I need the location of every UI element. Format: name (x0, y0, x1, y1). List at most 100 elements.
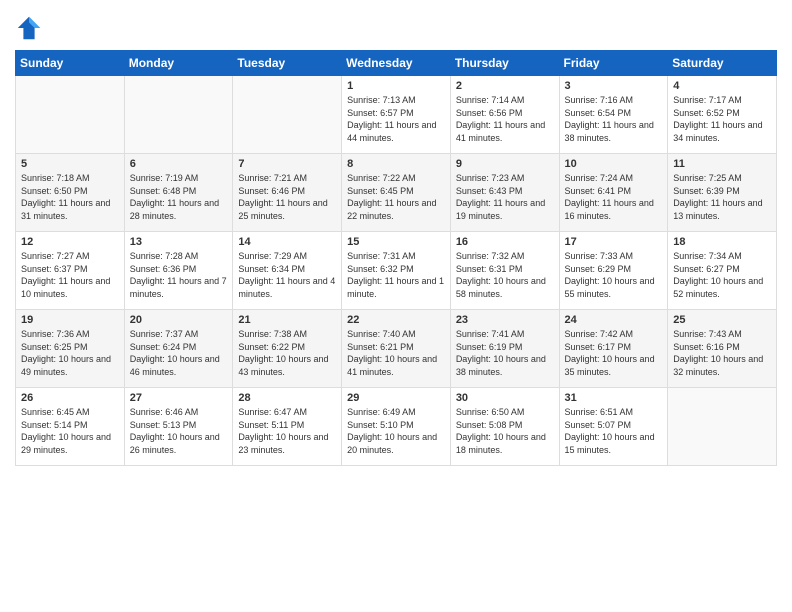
day-info: Sunrise: 7:16 AMSunset: 6:54 PMDaylight:… (565, 94, 663, 144)
calendar-cell: 8 Sunrise: 7:22 AMSunset: 6:45 PMDaylight… (342, 154, 451, 232)
calendar-cell: 22Sunrise: 7:40 AMSunset: 6:21 PMDayligh… (342, 310, 451, 388)
day-info: Sunrise: 7:27 AMSunset: 6:37 PMDaylight:… (21, 250, 119, 300)
day-info: Sunrise: 7:28 AMSunset: 6:36 PMDaylight:… (130, 250, 228, 300)
calendar-cell: 21 Sunrise: 7:38 AMSunset: 6:22 PMDayligh… (233, 310, 342, 388)
calendar-cell (16, 76, 125, 154)
calendar-cell: 10Sunrise: 7:24 AMSunset: 6:41 PMDayligh… (559, 154, 668, 232)
day-info: Sunrise: 7:40 AMSunset: 6:21 PMDaylight:… (347, 328, 445, 378)
calendar-cell: 6 Sunrise: 7:19 AMSunset: 6:48 PMDaylight… (124, 154, 233, 232)
calendar-cell: 30 Sunrise: 6:50 AMSunset: 5:08 PMDayligh… (450, 388, 559, 466)
day-number: 14 (238, 236, 336, 248)
calendar-cell: 31 Sunrise: 6:51 AMSunset: 5:07 PMDayligh… (559, 388, 668, 466)
day-number: 30 (456, 392, 554, 404)
calendar-cell: 26 Sunrise: 6:45 AMSunset: 5:14 PMDayligh… (16, 388, 125, 466)
calendar-cell: 7 Sunrise: 7:21 AMSunset: 6:46 PMDaylight… (233, 154, 342, 232)
calendar-week-1: 1 Sunrise: 7:13 AMSunset: 6:57 PMDaylight… (16, 76, 777, 154)
day-info: Sunrise: 7:42 AMSunset: 6:17 PMDaylight:… (565, 328, 663, 378)
day-number: 25 (673, 314, 771, 326)
logo (15, 14, 46, 42)
day-number: 31 (565, 392, 663, 404)
day-number: 21 (238, 314, 336, 326)
weekday-sunday: Sunday (16, 51, 125, 76)
day-info: Sunrise: 7:17 AMSunset: 6:52 PMDaylight:… (673, 94, 771, 144)
logo-icon (15, 14, 43, 42)
day-info: Sunrise: 6:47 AMSunset: 5:11 PMDaylight:… (238, 406, 336, 456)
day-info: Sunrise: 7:38 AMSunset: 6:22 PMDaylight:… (238, 328, 336, 378)
weekday-tuesday: Tuesday (233, 51, 342, 76)
day-info: Sunrise: 7:31 AMSunset: 6:32 PMDaylight:… (347, 250, 445, 300)
day-number: 18 (673, 236, 771, 248)
day-number: 13 (130, 236, 228, 248)
calendar-week-3: 12 Sunrise: 7:27 AMSunset: 6:37 PMDayligh… (16, 232, 777, 310)
calendar-cell: 19Sunrise: 7:36 AMSunset: 6:25 PMDayligh… (16, 310, 125, 388)
calendar-table: SundayMondayTuesdayWednesdayThursdayFrid… (15, 50, 777, 466)
calendar-cell: 9 Sunrise: 7:23 AMSunset: 6:43 PMDaylight… (450, 154, 559, 232)
calendar-cell: 20 Sunrise: 7:37 AMSunset: 6:24 PMDayligh… (124, 310, 233, 388)
calendar-cell: 1 Sunrise: 7:13 AMSunset: 6:57 PMDaylight… (342, 76, 451, 154)
day-number: 1 (347, 80, 445, 92)
day-info: Sunrise: 7:43 AMSunset: 6:16 PMDaylight:… (673, 328, 771, 378)
day-number: 17 (565, 236, 663, 248)
day-info: Sunrise: 7:25 AMSunset: 6:39 PMDaylight:… (673, 172, 771, 222)
weekday-thursday: Thursday (450, 51, 559, 76)
day-number: 6 (130, 158, 228, 170)
calendar-cell: 23 Sunrise: 7:41 AMSunset: 6:19 PMDayligh… (450, 310, 559, 388)
calendar-cell: 11 Sunrise: 7:25 AMSunset: 6:39 PMDayligh… (668, 154, 777, 232)
calendar-cell (233, 76, 342, 154)
day-info: Sunrise: 7:37 AMSunset: 6:24 PMDaylight:… (130, 328, 228, 378)
weekday-friday: Friday (559, 51, 668, 76)
weekday-wednesday: Wednesday (342, 51, 451, 76)
day-number: 8 (347, 158, 445, 170)
calendar-cell: 24 Sunrise: 7:42 AMSunset: 6:17 PMDayligh… (559, 310, 668, 388)
calendar-cell: 3 Sunrise: 7:16 AMSunset: 6:54 PMDaylight… (559, 76, 668, 154)
day-info: Sunrise: 6:45 AMSunset: 5:14 PMDaylight:… (21, 406, 119, 456)
calendar-cell: 17Sunrise: 7:33 AMSunset: 6:29 PMDayligh… (559, 232, 668, 310)
calendar-cell: 29 Sunrise: 6:49 AMSunset: 5:10 PMDayligh… (342, 388, 451, 466)
day-number: 4 (673, 80, 771, 92)
day-info: Sunrise: 7:23 AMSunset: 6:43 PMDaylight:… (456, 172, 554, 222)
day-number: 3 (565, 80, 663, 92)
day-number: 27 (130, 392, 228, 404)
day-number: 23 (456, 314, 554, 326)
calendar-cell: 4 Sunrise: 7:17 AMSunset: 6:52 PMDaylight… (668, 76, 777, 154)
day-number: 15 (347, 236, 445, 248)
day-number: 2 (456, 80, 554, 92)
page-header (15, 10, 777, 42)
calendar-week-4: 19Sunrise: 7:36 AMSunset: 6:25 PMDayligh… (16, 310, 777, 388)
day-info: Sunrise: 6:51 AMSunset: 5:07 PMDaylight:… (565, 406, 663, 456)
calendar-cell (668, 388, 777, 466)
calendar-cell: 5Sunrise: 7:18 AMSunset: 6:50 PMDaylight… (16, 154, 125, 232)
day-number: 7 (238, 158, 336, 170)
day-info: Sunrise: 6:49 AMSunset: 5:10 PMDaylight:… (347, 406, 445, 456)
day-number: 12 (21, 236, 119, 248)
day-number: 20 (130, 314, 228, 326)
day-number: 9 (456, 158, 554, 170)
day-info: Sunrise: 7:14 AMSunset: 6:56 PMDaylight:… (456, 94, 554, 144)
day-info: Sunrise: 7:36 AMSunset: 6:25 PMDaylight:… (21, 328, 119, 378)
calendar-week-2: 5Sunrise: 7:18 AMSunset: 6:50 PMDaylight… (16, 154, 777, 232)
calendar-cell: 2 Sunrise: 7:14 AMSunset: 6:56 PMDaylight… (450, 76, 559, 154)
day-info: Sunrise: 7:22 AMSunset: 6:45 PMDaylight:… (347, 172, 445, 222)
calendar-cell (124, 76, 233, 154)
day-number: 11 (673, 158, 771, 170)
day-info: Sunrise: 7:21 AMSunset: 6:46 PMDaylight:… (238, 172, 336, 222)
day-info: Sunrise: 7:41 AMSunset: 6:19 PMDaylight:… (456, 328, 554, 378)
calendar-week-5: 26 Sunrise: 6:45 AMSunset: 5:14 PMDayligh… (16, 388, 777, 466)
calendar-cell: 28Sunrise: 6:47 AMSunset: 5:11 PMDayligh… (233, 388, 342, 466)
calendar-cell: 13 Sunrise: 7:28 AMSunset: 6:36 PMDayligh… (124, 232, 233, 310)
day-number: 24 (565, 314, 663, 326)
calendar-cell: 12 Sunrise: 7:27 AMSunset: 6:37 PMDayligh… (16, 232, 125, 310)
calendar-cell: 15 Sunrise: 7:31 AMSunset: 6:32 PMDayligh… (342, 232, 451, 310)
calendar-cell: 16Sunrise: 7:32 AMSunset: 6:31 PMDayligh… (450, 232, 559, 310)
day-info: Sunrise: 7:13 AMSunset: 6:57 PMDaylight:… (347, 94, 445, 144)
day-number: 29 (347, 392, 445, 404)
day-info: Sunrise: 6:50 AMSunset: 5:08 PMDaylight:… (456, 406, 554, 456)
day-number: 16 (456, 236, 554, 248)
day-info: Sunrise: 7:24 AMSunset: 6:41 PMDaylight:… (565, 172, 663, 222)
day-info: Sunrise: 7:19 AMSunset: 6:48 PMDaylight:… (130, 172, 228, 222)
day-number: 26 (21, 392, 119, 404)
weekday-saturday: Saturday (668, 51, 777, 76)
day-info: Sunrise: 6:46 AMSunset: 5:13 PMDaylight:… (130, 406, 228, 456)
calendar-cell: 27 Sunrise: 6:46 AMSunset: 5:13 PMDayligh… (124, 388, 233, 466)
day-info: Sunrise: 7:18 AMSunset: 6:50 PMDaylight:… (21, 172, 119, 222)
